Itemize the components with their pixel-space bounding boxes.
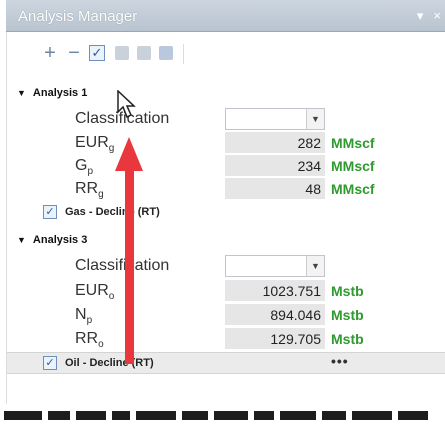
classification-row: Classification ▼ [7, 108, 445, 130]
result-label: RRg [75, 180, 104, 201]
chevron-down-icon[interactable]: ▼ [306, 109, 324, 129]
result-unit: Mstb [331, 331, 364, 347]
collapse-triangle-icon[interactable]: ▼ [17, 88, 26, 98]
group-header-analysis-3[interactable]: ▼ Analysis 3 [17, 234, 87, 246]
result-value: 282 [225, 132, 325, 154]
model-label: Oil - Decline (RT) [65, 357, 154, 369]
minus-icon[interactable]: − [63, 42, 85, 64]
close-icon[interactable]: × [433, 8, 441, 23]
disabled-tool-icon [137, 46, 151, 60]
classification-row: Classification ▼ [7, 255, 445, 277]
analysis-manager-panel: + − ✓ ▼ Analysis 1 Classification ▼ EURg … [6, 32, 445, 404]
result-row-rr: RRo 129.705 Mstb [7, 328, 445, 350]
toolbar: + − ✓ [7, 42, 287, 68]
mouse-pointer-icon [117, 90, 136, 119]
result-row-eur: EURg 282 MMscf [7, 132, 445, 154]
result-value: 1023.751 [225, 280, 325, 302]
more-options-button[interactable]: ••• [331, 353, 349, 369]
result-row-rr: RRg 48 MMscf [7, 178, 445, 200]
classification-dropdown[interactable]: ▼ [225, 108, 325, 130]
result-value: 129.705 [225, 328, 325, 350]
model-row-gas-decline[interactable]: ✓ Gas - Decline (RT) [7, 202, 445, 224]
result-label: Np [75, 306, 93, 327]
result-unit: MMscf [331, 181, 375, 197]
result-label: EURo [75, 282, 115, 303]
annotation-arrow-shaft [125, 168, 134, 364]
chevron-down-icon[interactable]: ▼ [306, 256, 324, 276]
result-row-gp: Gp 234 MMscf [7, 155, 445, 177]
disabled-tool-icon [115, 46, 129, 60]
result-value: 894.046 [225, 304, 325, 326]
checkbox-icon[interactable]: ✓ [89, 45, 105, 61]
title-bar: Analysis Manager ▾ × [6, 0, 445, 32]
result-label: Gp [75, 157, 94, 178]
annotation-arrow-head [115, 137, 143, 171]
group-header-analysis-1[interactable]: ▼ Analysis 1 [17, 87, 87, 99]
dropdown-arrow-icon[interactable]: ▾ [417, 8, 424, 23]
result-unit: MMscf [331, 135, 375, 151]
toolbar-separator [183, 44, 184, 64]
result-unit: Mstb [331, 283, 364, 299]
result-value: 234 [225, 155, 325, 177]
model-label: Gas - Decline (RT) [65, 206, 160, 218]
grid-icon[interactable] [159, 46, 173, 60]
window-title: Analysis Manager [18, 8, 138, 25]
result-unit: Mstb [331, 307, 364, 323]
classification-dropdown[interactable]: ▼ [225, 255, 325, 277]
result-label: EURg [75, 134, 115, 155]
model-checkbox[interactable]: ✓ [43, 205, 57, 219]
result-label: RRo [75, 330, 104, 351]
result-unit: MMscf [331, 158, 375, 174]
result-value: 48 [225, 178, 325, 200]
title-bar-icons: ▾ × [407, 8, 441, 24]
plus-icon[interactable]: + [39, 42, 61, 64]
bottom-toolbar-strip [0, 406, 445, 430]
collapse-triangle-icon[interactable]: ▼ [17, 235, 26, 245]
result-row-np: Np 894.046 Mstb [7, 304, 445, 326]
result-row-eur: EURo 1023.751 Mstb [7, 280, 445, 302]
classification-label: Classification [75, 257, 170, 274]
model-row-oil-decline[interactable]: ✓ Oil - Decline (RT) ••• [7, 352, 445, 374]
model-checkbox[interactable]: ✓ [43, 356, 57, 370]
